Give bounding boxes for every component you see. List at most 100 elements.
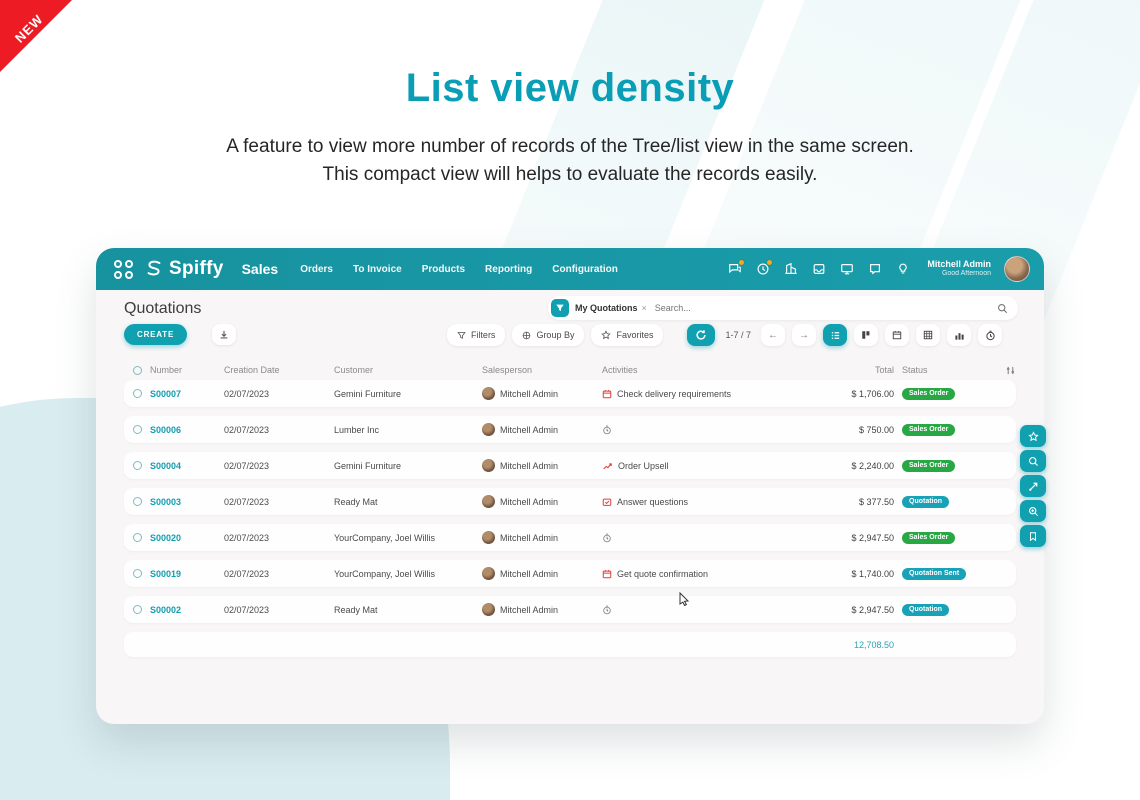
pager-previous-button[interactable]: ← [761,324,785,346]
row-number[interactable]: S00007 [150,389,224,399]
optional-columns-icon[interactable] [990,365,1016,376]
refresh-button[interactable] [687,324,715,346]
brand-logo[interactable]: Spiffy [143,258,224,280]
row-activity[interactable]: Get quote confirmation [602,569,806,579]
calendar-view-icon [892,330,902,340]
apps-menu-icon[interactable] [114,260,133,279]
table-row[interactable]: S00019 02/07/2023 YourCompany, Joel Will… [124,560,1016,587]
table-row[interactable]: S00004 02/07/2023 Gemini Furniture Mitch… [124,452,1016,479]
col-customer[interactable]: Customer [334,365,482,375]
activities-icon[interactable] [755,262,770,277]
view-graph-button[interactable] [947,324,971,346]
nav-menu-item[interactable]: To Invoice [353,264,402,275]
tips-icon[interactable] [895,262,910,277]
favorites-button[interactable]: Favorites [591,324,663,346]
select-all-checkbox[interactable] [133,366,142,375]
col-creation-date[interactable]: Creation Date [224,365,334,375]
table-row[interactable]: S00003 02/07/2023 Ready Mat Mitchell Adm… [124,488,1016,515]
view-calendar-button[interactable] [885,324,909,346]
zoom-in-side-button[interactable] [1020,500,1046,522]
nav-menu-item[interactable]: Orders [300,264,333,275]
facet-remove-icon[interactable]: × [642,303,647,313]
row-salesperson: Mitchell Admin [482,423,602,436]
row-number[interactable]: S00004 [150,461,224,471]
row-checkbox[interactable] [133,497,142,506]
nav-menu-item[interactable]: Reporting [485,264,532,275]
spiffy-logo-icon [143,258,165,280]
favorite-side-button[interactable] [1020,425,1046,447]
list-view-icon [830,330,841,341]
row-activity[interactable] [602,425,806,435]
nav-menu-item[interactable]: Products [422,264,465,275]
row-salesperson: Mitchell Admin [482,603,602,616]
col-activities[interactable]: Activities [602,365,806,375]
current-app-name[interactable]: Sales [242,261,279,277]
row-creation-date: 02/07/2023 [224,533,334,543]
view-kanban-button[interactable] [854,324,878,346]
row-checkbox[interactable] [133,569,142,578]
search-facet[interactable]: My Quotations [575,303,638,313]
row-checkbox[interactable] [133,425,142,434]
activity-label: Order Upsell [618,461,669,471]
view-activity-button[interactable] [978,324,1002,346]
col-total[interactable]: Total [806,365,902,375]
filters-icon [457,331,466,340]
search-side-button[interactable] [1020,450,1046,472]
user-menu[interactable]: Mitchell Admin Good Afternoon [927,259,991,279]
filter-facet-icon [551,299,569,317]
note-icon[interactable] [867,262,882,277]
filters-button[interactable]: Filters [447,324,506,346]
table-row[interactable]: S00002 02/07/2023 Ready Mat Mitchell Adm… [124,596,1016,623]
row-activity[interactable]: Check delivery requirements [602,389,806,399]
row-customer: YourCompany, Joel Willis [334,569,482,579]
row-activity[interactable]: Answer questions [602,497,806,507]
user-avatar[interactable] [1004,256,1030,282]
company-icon[interactable] [783,262,798,277]
pager-range: 1-7 / 7 [722,330,754,340]
table-row[interactable]: S00007 02/07/2023 Gemini Furniture Mitch… [124,380,1016,407]
bookmark-side-button[interactable] [1020,525,1046,547]
row-checkbox[interactable] [133,389,142,398]
search-icon[interactable] [997,303,1008,314]
row-total: $ 750.00 [806,425,902,435]
pager-next-button[interactable]: → [792,324,816,346]
clock-activity-icon [602,533,612,543]
clock-activity-icon [602,425,612,435]
export-button[interactable] [212,324,236,345]
row-customer: Ready Mat [334,497,482,507]
row-number[interactable]: S00020 [150,533,224,543]
display-icon[interactable] [839,262,854,277]
search-input[interactable] [655,303,997,313]
search-bar[interactable]: My Quotations × [548,296,1018,320]
status-badge: Sales Order [902,388,955,400]
row-checkbox[interactable] [133,533,142,542]
row-number[interactable]: S00019 [150,569,224,579]
nav-menu-item[interactable]: Configuration [552,264,618,275]
col-number[interactable]: Number [150,365,224,375]
salesperson-avatar [482,603,495,616]
table-row[interactable]: S00006 02/07/2023 Lumber Inc Mitchell Ad… [124,416,1016,443]
table-row[interactable]: S00020 02/07/2023 YourCompany, Joel Will… [124,524,1016,551]
row-activity[interactable] [602,533,806,543]
resize-side-button[interactable] [1020,475,1046,497]
row-number[interactable]: S00006 [150,425,224,435]
group-by-button[interactable]: Group By [512,324,584,346]
view-list-button[interactable] [823,324,847,346]
messages-icon[interactable] [727,262,742,277]
row-activity[interactable]: Order Upsell [602,461,806,471]
row-activity[interactable] [602,605,806,615]
col-salesperson[interactable]: Salesperson [482,365,602,375]
inbox-icon[interactable] [811,262,826,277]
subtitle-line-1: A feature to view more number of records… [0,133,1140,161]
view-pivot-button[interactable] [916,324,940,346]
col-status[interactable]: Status [902,365,990,375]
activities-badge [766,259,773,266]
create-button[interactable]: CREATE [124,324,187,345]
row-checkbox[interactable] [133,605,142,614]
status-badge: Sales Order [902,460,955,472]
row-number[interactable]: S00003 [150,497,224,507]
row-checkbox[interactable] [133,461,142,470]
row-customer: Gemini Furniture [334,389,482,399]
row-number[interactable]: S00002 [150,605,224,615]
table-body: S00007 02/07/2023 Gemini Furniture Mitch… [124,380,1016,623]
